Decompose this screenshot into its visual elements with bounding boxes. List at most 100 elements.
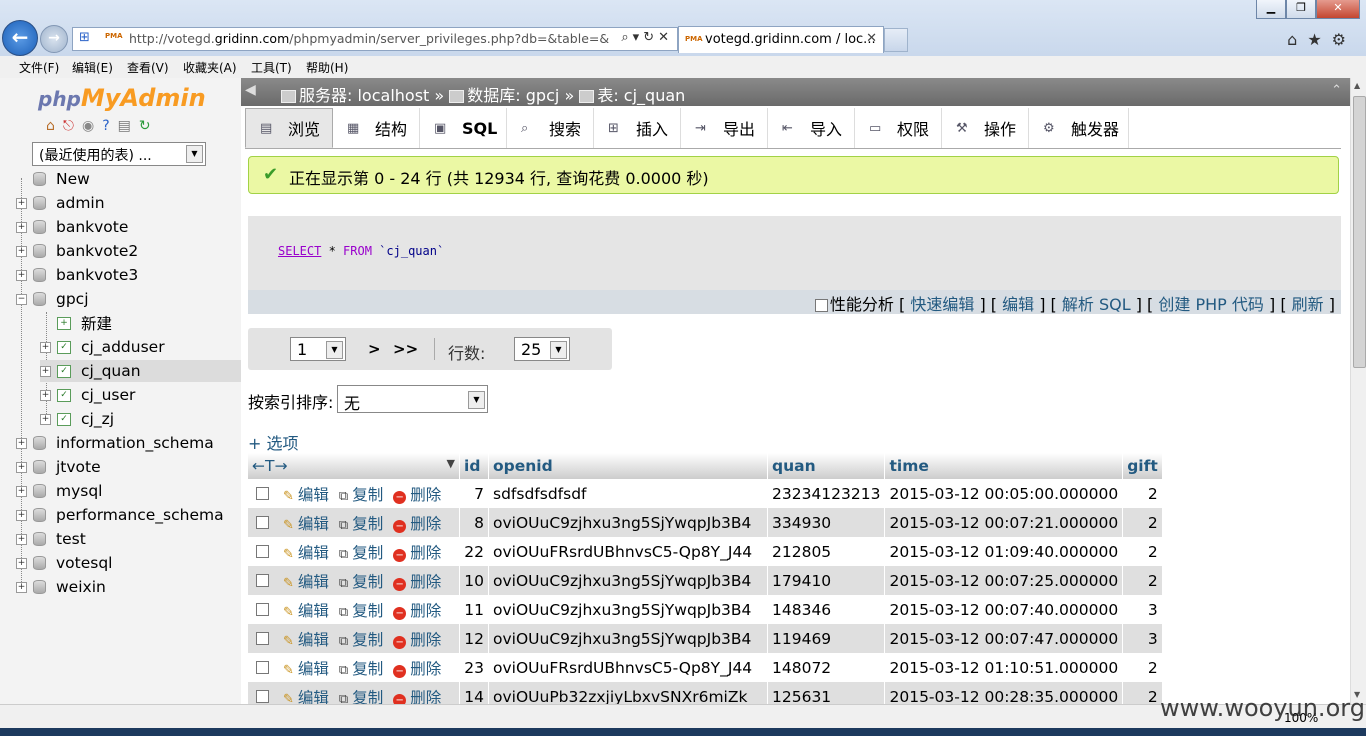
scroll-up-icon[interactable]: ▲	[1354, 81, 1360, 90]
delete-row-button[interactable]: − 删除	[393, 544, 441, 562]
delete-row-button[interactable]: − 删除	[393, 689, 441, 705]
expand-icon[interactable]: +	[16, 221, 27, 233]
collapse-icon[interactable]: −	[16, 293, 27, 305]
row-checkbox[interactable]	[256, 515, 269, 529]
rows-per-page-select[interactable]: 25 ▼	[514, 337, 570, 361]
tree-item-test[interactable]: + test	[16, 528, 241, 550]
sort-triangle-icon[interactable]: ▼	[447, 457, 455, 470]
edit-link[interactable]: 编辑	[298, 631, 329, 649]
cell-openid[interactable]: oviOUuC9zjhxu3ng5SjYwqpJb3B4	[488, 508, 768, 537]
tree-item-label[interactable]: admin	[56, 194, 105, 212]
delete-row-button[interactable]: − 删除	[393, 486, 441, 504]
tree-item-mysql[interactable]: + mysql	[16, 480, 241, 502]
tab-sql[interactable]: ▣ SQL	[420, 108, 507, 148]
copy-link[interactable]: 复制	[352, 689, 383, 705]
cell-gift[interactable]: 3	[1122, 624, 1163, 653]
copy-row-button[interactable]: ⧉ 复制	[339, 602, 383, 620]
delete-row-button[interactable]: − 删除	[393, 660, 441, 678]
inline-edit-link[interactable]: 快速编辑	[910, 295, 974, 314]
copy-link[interactable]: 复制	[352, 631, 383, 649]
page-select[interactable]: 1 ▼	[290, 337, 346, 361]
expand-icon[interactable]: +	[16, 485, 27, 497]
delete-link[interactable]: 删除	[410, 486, 441, 504]
sql-keyword[interactable]: SELECT	[278, 244, 321, 258]
explain-sql-link[interactable]: 解析 SQL	[1062, 295, 1131, 314]
cell-quan[interactable]: 148072	[767, 653, 886, 682]
row-checkbox[interactable]	[256, 602, 269, 616]
expand-icon[interactable]: +	[16, 461, 27, 473]
cell-openid[interactable]: oviOUuFRsrdUBhnvsC5-Qp8Y_J44	[488, 537, 768, 566]
expand-icon[interactable]: +	[16, 245, 27, 257]
refresh-link[interactable]: 刷新	[1292, 295, 1324, 314]
edit-link[interactable]: 编辑	[298, 544, 329, 562]
last-page-button[interactable]: >>	[393, 340, 418, 358]
expand-icon[interactable]: +	[16, 533, 27, 545]
chevron-down-icon[interactable]: ▼	[550, 341, 567, 359]
help-icon[interactable]: ?	[102, 118, 117, 134]
cell-quan[interactable]: 148346	[767, 595, 886, 624]
address-bar[interactable]: ⊞ PMA http://votegd.gridinn.com/phpmyadm…	[72, 27, 678, 51]
close-window-button[interactable]: ✕	[1316, 0, 1360, 19]
tree-item-label[interactable]: mysql	[56, 482, 103, 500]
expand-icon[interactable]: +	[16, 269, 27, 281]
tree-item-label[interactable]: cj_zj	[81, 410, 114, 428]
copy-row-button[interactable]: ⧉ 复制	[339, 573, 383, 591]
delete-link[interactable]: 删除	[410, 689, 441, 705]
row-checkbox[interactable]	[256, 689, 269, 703]
tree-item-bankvote[interactable]: + bankvote	[16, 216, 241, 238]
maximize-button[interactable]: ❐	[1286, 0, 1316, 19]
column-header-gift[interactable]: gift	[1122, 453, 1163, 479]
tree-item-label[interactable]: votesql	[56, 554, 113, 572]
expand-icon[interactable]: +	[40, 389, 51, 401]
recent-tables-select[interactable]: (最近使用的表) ... ▼	[32, 142, 206, 166]
tree-item-label[interactable]: New	[56, 170, 90, 188]
tree-item-label[interactable]: 新建	[81, 312, 112, 334]
column-header-quan[interactable]: quan	[767, 453, 886, 479]
options-link[interactable]: + 选项	[248, 430, 299, 454]
tree-item-label[interactable]: cj_user	[81, 386, 135, 404]
breadcrumb-server[interactable]: 服务器: localhost	[299, 86, 429, 105]
delete-row-button[interactable]: − 删除	[393, 602, 441, 620]
reload-icon[interactable]: ↻	[139, 118, 159, 134]
copy-link[interactable]: 复制	[352, 515, 383, 533]
tree-item-label[interactable]: weixin	[56, 578, 106, 596]
cell-gift[interactable]: 2	[1122, 653, 1163, 682]
browser-tab[interactable]: PMA votegd.gridinn.com / loc... ✕	[678, 26, 884, 53]
delete-link[interactable]: 删除	[410, 573, 441, 591]
cell-id[interactable]: 12	[459, 624, 489, 653]
breadcrumb-table[interactable]: 表: cj_quan	[597, 86, 685, 105]
expand-icon[interactable]: +	[40, 413, 51, 425]
profiling-checkbox[interactable]	[814, 299, 828, 312]
tree-item-weixin[interactable]: + weixin	[16, 576, 241, 598]
copy-row-button[interactable]: ⧉ 复制	[339, 660, 383, 678]
cell-quan[interactable]: 334930	[767, 508, 886, 537]
cell-time[interactable]: 2015-03-12 00:07:25.000000	[884, 566, 1124, 595]
copy-link[interactable]: 复制	[352, 573, 383, 591]
cell-id[interactable]: 22	[459, 537, 489, 566]
query-window-icon[interactable]: ◉	[82, 118, 102, 134]
edit-row-button[interactable]: ✎ 编辑	[283, 631, 329, 649]
expand-icon[interactable]: +	[16, 437, 27, 449]
delete-row-button[interactable]: − 删除	[393, 573, 441, 591]
sort-index-select[interactable]: 无 ▼	[337, 385, 488, 413]
tree-item-performance_schema[interactable]: + performance_schema	[16, 504, 241, 526]
copy-row-button[interactable]: ⧉ 复制	[339, 515, 383, 533]
expand-icon[interactable]: +	[40, 341, 51, 353]
expand-icon[interactable]: +	[16, 581, 27, 593]
cell-id[interactable]: 10	[459, 566, 489, 595]
cell-openid[interactable]: oviOUuFRsrdUBhnvsC5-Qp8Y_J44	[488, 653, 768, 682]
home-icon[interactable]: ⌂	[46, 118, 63, 134]
tree-item-label[interactable]: jtvote	[56, 458, 101, 476]
column-header-openid[interactable]: openid	[488, 453, 768, 479]
tree-item-label[interactable]: gpcj	[56, 290, 89, 308]
scrollbar-thumb[interactable]	[1353, 96, 1366, 368]
tree-item-gpcj[interactable]: − gpcj	[16, 288, 241, 310]
column-header-id[interactable]: id	[459, 453, 489, 479]
menu-edit[interactable]: 编辑(E)	[72, 59, 113, 76]
delete-link[interactable]: 删除	[410, 631, 441, 649]
tab-structure[interactable]: ▦ 结构	[333, 108, 420, 148]
copy-link[interactable]: 复制	[352, 486, 383, 504]
cell-id[interactable]: 11	[459, 595, 489, 624]
tree-item-label[interactable]: cj_adduser	[81, 338, 165, 356]
cell-openid[interactable]: oviOUuPb32zxjiyLbxvSNXr6miZk	[488, 682, 768, 704]
